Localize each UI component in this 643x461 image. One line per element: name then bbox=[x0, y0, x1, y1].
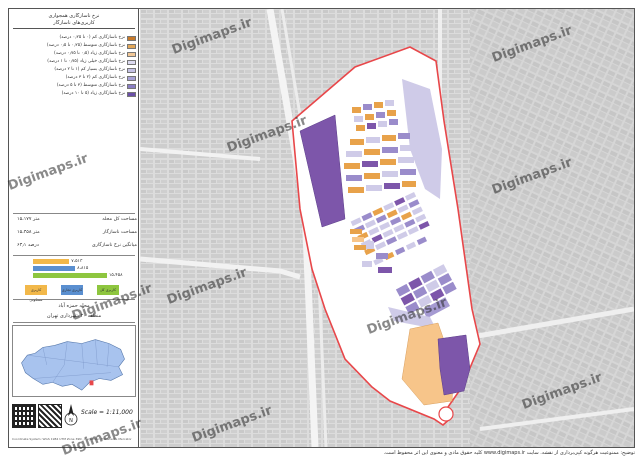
bar-key-item: کاربری تجاری bbox=[61, 285, 83, 295]
map-scale: Scale = 1:11,000 bbox=[81, 409, 133, 416]
legend-class-label: نرخ ناسازگاری زیاد (۰٫۵ تا ۰٫۷۵ درصد) bbox=[54, 51, 125, 56]
area-bar bbox=[33, 266, 76, 271]
bar-key-item: کاربری مسکونی bbox=[25, 285, 47, 302]
legend-class-item: نرخ ناسازگاری کم (۰ تا ۰٫۲۵ درصد) bbox=[13, 35, 137, 42]
area-bar-value: ۸،۸۱۵ bbox=[77, 265, 89, 271]
tehran-districts-shape bbox=[21, 339, 125, 391]
legend-class-item: نرخ ناسازگاری زیاد (۵ تا ۱۰ درصد) bbox=[13, 91, 137, 98]
legend-class-label: نرخ ناسازگاری زیاد (۵ تا ۱۰ درصد) bbox=[61, 91, 125, 96]
legend-class-item: نرخ ناسازگاری زیاد (۰٫۵ تا ۰٫۷۵ درصد) bbox=[13, 51, 137, 58]
svg-text:N: N bbox=[69, 418, 73, 424]
legend-swatch bbox=[127, 68, 136, 73]
area-bar bbox=[33, 273, 107, 278]
legend-swatch bbox=[127, 36, 136, 41]
legend-divider bbox=[13, 28, 135, 29]
legend-swatch bbox=[127, 44, 136, 49]
parcel-large-purple-south bbox=[437, 334, 471, 396]
legend-class-label: نرخ ناسازگاری بسیار کم (۱ تا ۲ درصد) bbox=[54, 67, 125, 72]
stats-divider-2 bbox=[13, 255, 135, 256]
map-canvas[interactable]: Digimaps.ir Digimaps.ir Digimaps.ir Digi… bbox=[140, 9, 634, 447]
stats-divider bbox=[13, 213, 135, 214]
study-area-marker bbox=[89, 380, 94, 386]
area-bar bbox=[33, 259, 70, 264]
legend-swatch bbox=[127, 84, 136, 89]
legend-swatch bbox=[127, 60, 136, 65]
legend-swatch bbox=[127, 92, 136, 97]
legend-class-label: نرخ ناسازگاری متوسط (۳ تا ۵ درصد) bbox=[56, 83, 125, 88]
legend-class-item: نرخ ناسازگاری متوسط (۳ تا ۵ درصد) bbox=[13, 83, 137, 90]
urban-fabric-east bbox=[470, 9, 634, 447]
legend-title: نرخ ناسازگاری همجواری bbox=[48, 13, 100, 19]
legend-class-item: نرخ ناسازگاری خیلی زیاد (۰٫۷۵ تا ۱ درصد) bbox=[13, 59, 137, 66]
legend-class-label: نرخ ناسازگاری متوسط (۰٫۲۵ تا ۰٫۵ درصد) bbox=[46, 43, 125, 48]
legend-class-item: نرخ ناسازگاری بسیار کم (۱ تا ۲ درصد) bbox=[13, 67, 137, 74]
legend-swatch bbox=[127, 76, 136, 81]
stat-total-area: مساحت کل محله ۱۵،۱۷۷ متر bbox=[17, 217, 137, 222]
area-bar-value: ۱۵،۴۵۸ bbox=[109, 272, 123, 278]
area-bar-value: ۷،۵۱۳ bbox=[71, 258, 83, 264]
stat-incompatible-area: مساحت ناسازگار ۱۵،۴۵۸ متر bbox=[17, 230, 137, 235]
roundabout bbox=[438, 406, 454, 422]
stat-average-rate: میانگین نرخ ناسازگاری ۶۳٫۱ درصد bbox=[17, 243, 137, 248]
legend-class-label: نرخ ناسازگاری کم (۰ تا ۰٫۲۵ درصد) bbox=[59, 35, 125, 40]
map-svg bbox=[140, 9, 634, 447]
north-arrow-icon: N bbox=[64, 404, 78, 426]
bar-key-label: کاربری تجاری bbox=[61, 288, 83, 292]
bar-key-label: کاربری کل bbox=[100, 288, 116, 292]
legend-class-label: نرخ ناسازگاری خیلی زیاد (۰٫۷۵ تا ۱ درصد) bbox=[47, 59, 125, 64]
legend-class-item: نرخ ناسازگاری متوسط (۰٫۲۵ تا ۰٫۵ درصد) bbox=[13, 43, 137, 50]
legend-swatch bbox=[127, 52, 136, 57]
legend-subtitle: کاربری‌های ناسازگار bbox=[53, 20, 95, 26]
tehran-locator-map bbox=[12, 325, 136, 397]
legend-panel: نرخ ناسازگاری همجواری کاربری‌های ناسازگا… bbox=[9, 9, 139, 447]
legend-class-label: نرخ ناسازگاری کم (۲ تا ۳ درصد) bbox=[65, 75, 125, 80]
logo-seal-icon bbox=[38, 404, 62, 428]
copyright-note: توضیح: ممنوعیت هرگونه کپی‌برداری از نقشه… bbox=[383, 450, 635, 456]
legend-class-item: نرخ ناسازگاری کم (۲ تا ۳ درصد) bbox=[13, 75, 137, 82]
qr-code-icon bbox=[12, 404, 36, 428]
